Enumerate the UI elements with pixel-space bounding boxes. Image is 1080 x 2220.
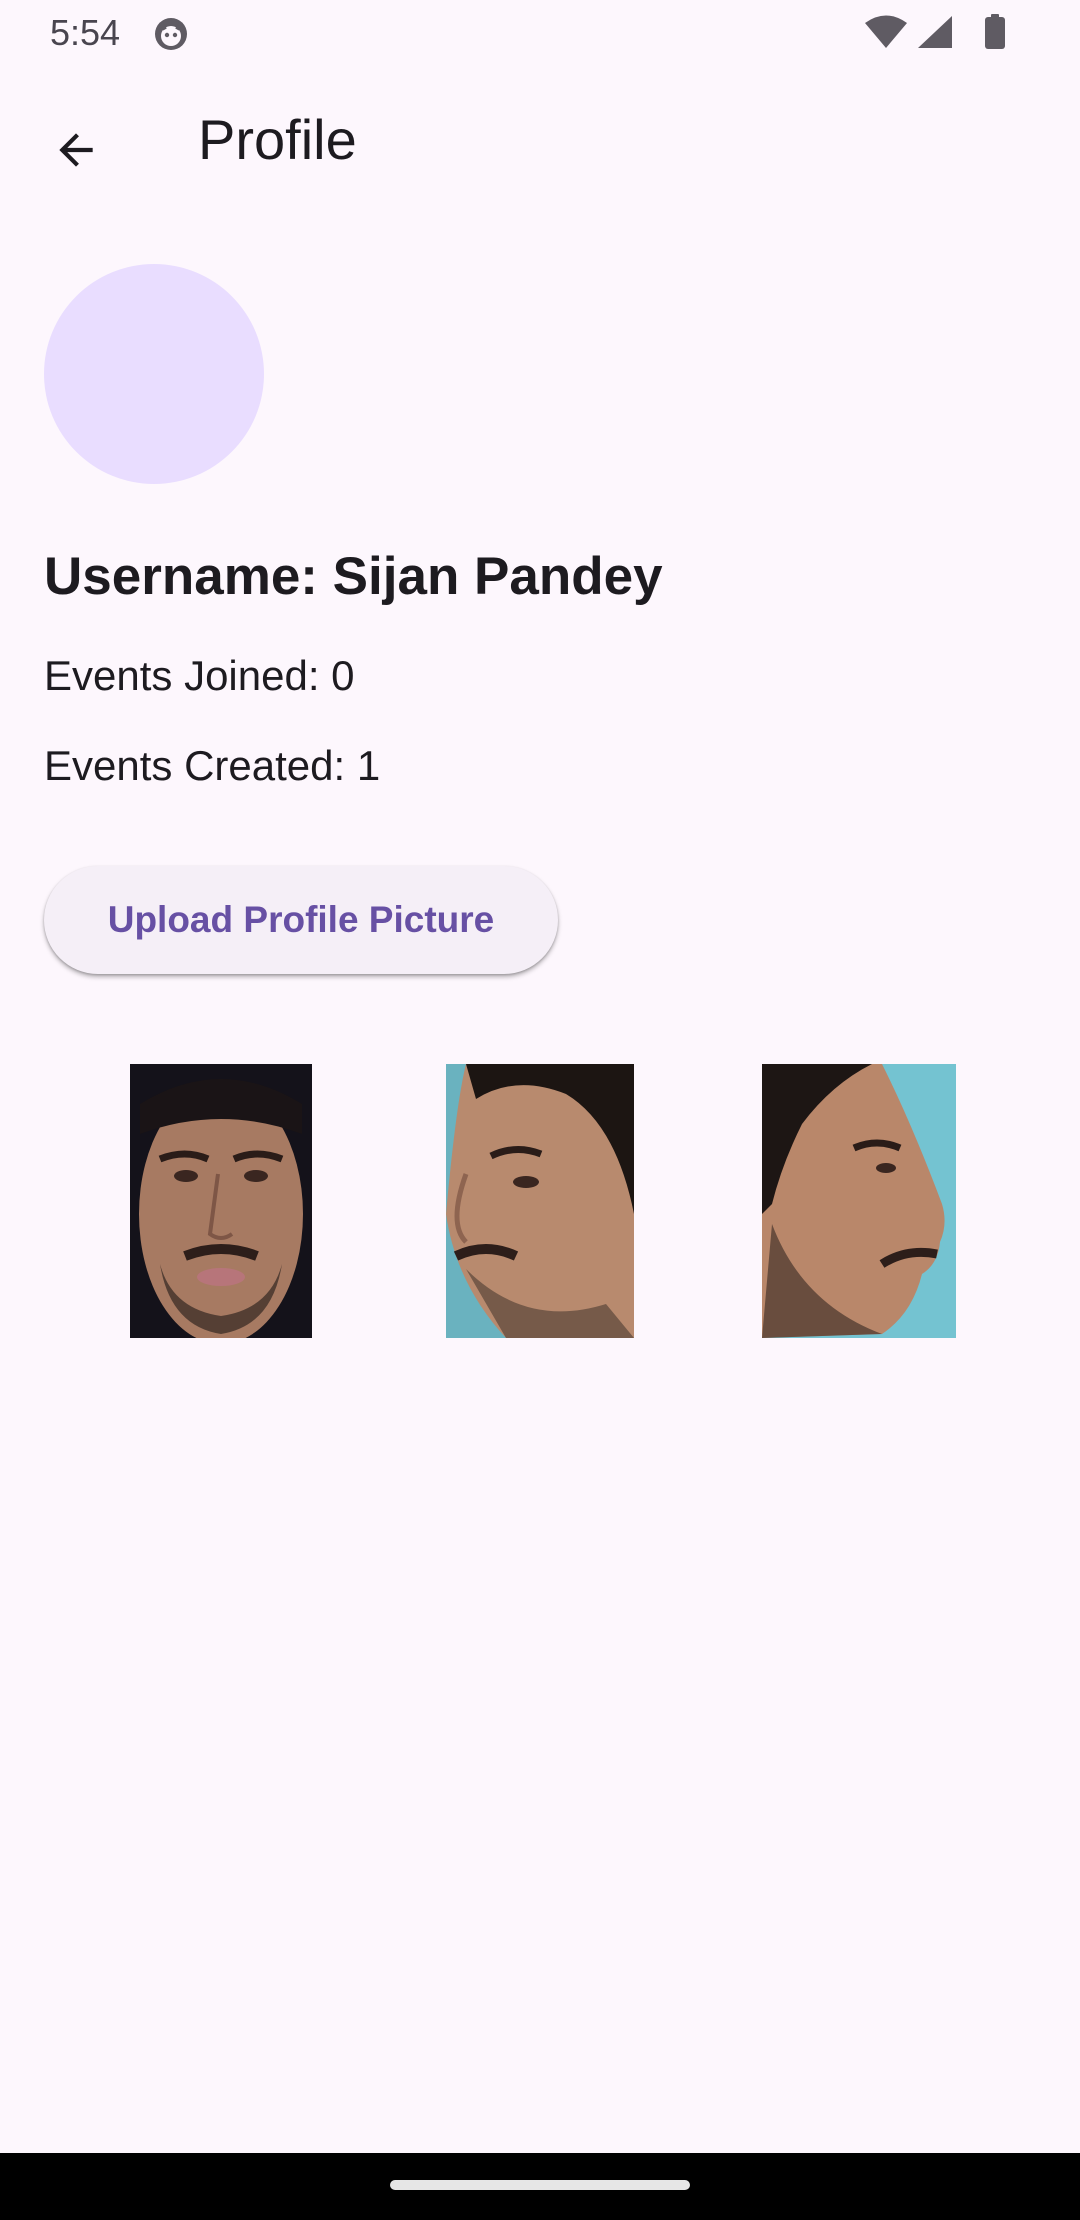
home-indicator[interactable] xyxy=(390,2180,690,2190)
navigation-bar xyxy=(0,2153,1080,2220)
arrow-back-icon xyxy=(59,133,93,167)
top-app-bar: Profile xyxy=(0,66,1080,220)
upload-profile-picture-button[interactable]: Upload Profile Picture xyxy=(44,866,558,974)
events-joined-text: Events Joined: 0 xyxy=(44,652,355,699)
events-created-text: Events Created: 1 xyxy=(44,742,381,789)
face-photo-profile xyxy=(762,1064,956,1338)
back-button[interactable] xyxy=(34,108,118,192)
face-photo-three-quarter xyxy=(446,1064,634,1338)
wifi-icon xyxy=(865,15,907,48)
cellular-signal-icon xyxy=(918,16,952,48)
face-photo-front xyxy=(130,1064,312,1338)
username-text: Username: Sijan Pandey xyxy=(44,547,663,606)
status-time: 5:54 xyxy=(50,12,121,53)
status-bar: 5:54 xyxy=(0,0,1080,66)
page-title: Profile xyxy=(198,108,357,171)
upload-button-label: Upload Profile Picture xyxy=(107,899,495,940)
battery-icon xyxy=(985,14,1005,49)
avatar xyxy=(44,264,264,484)
android-debug-icon xyxy=(153,16,189,52)
